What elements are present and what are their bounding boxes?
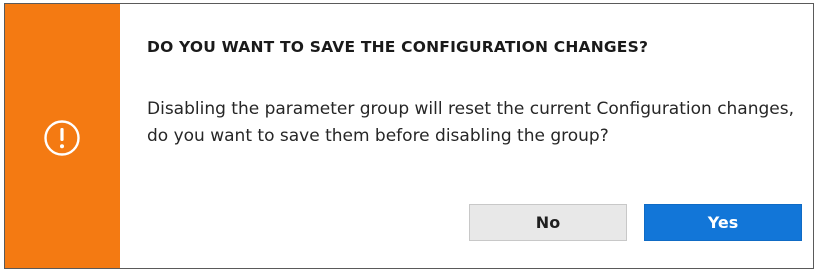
yes-button[interactable]: Yes [644, 204, 802, 241]
save-changes-dialog: DO YOU WANT TO SAVE THE CONFIGURATION CH… [4, 3, 814, 269]
no-button[interactable]: No [469, 204, 627, 241]
dialog-title: DO YOU WANT TO SAVE THE CONFIGURATION CH… [147, 38, 649, 56]
dialog-message: Disabling the parameter group will reset… [147, 99, 795, 146]
warning-side-band [5, 4, 120, 268]
exclamation-circle-icon [44, 120, 80, 156]
